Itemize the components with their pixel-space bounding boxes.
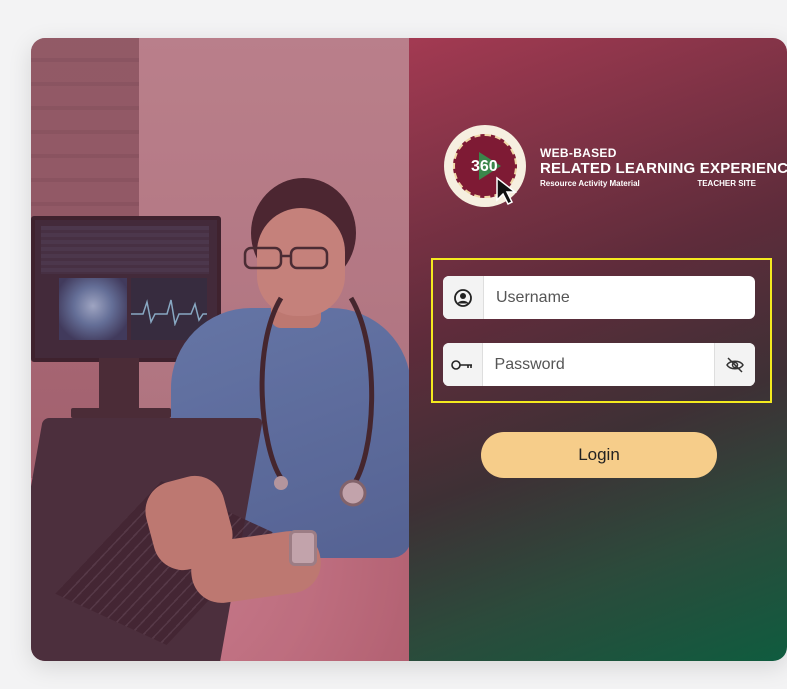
- brand-line1: WEB-BASED: [540, 146, 617, 160]
- hero-photo: [31, 38, 409, 661]
- logo-badge: 360: [453, 134, 518, 206]
- photo-overlay: [31, 38, 409, 661]
- logo: 360: [444, 125, 526, 207]
- logo-number: 360: [471, 158, 498, 175]
- username-field: [443, 276, 755, 319]
- brand-line3: Resource Activity Material TEACHER SITE: [540, 178, 756, 190]
- brand-text: WEB-BASED RELATED LEARNING EXPERIENCE Re…: [540, 146, 787, 190]
- username-input[interactable]: [484, 276, 755, 319]
- brand-site-label: TEACHER SITE: [697, 179, 756, 188]
- login-card: 360 WEB-BASED RELATED LEARNING EXPERIENC…: [31, 38, 787, 661]
- user-circle-icon: [443, 276, 484, 319]
- login-panel: 360 WEB-BASED RELATED LEARNING EXPERIENC…: [409, 38, 787, 661]
- brand-subtitle: Resource Activity Material: [540, 179, 640, 188]
- brand-line2: RELATED LEARNING EXPERIENCE: [540, 160, 787, 177]
- key-icon: [443, 343, 483, 386]
- password-input[interactable]: [482, 343, 714, 386]
- cursor-icon: [496, 176, 518, 206]
- eye-off-icon[interactable]: [713, 343, 755, 386]
- login-button[interactable]: Login: [481, 432, 717, 478]
- password-field: [443, 343, 755, 386]
